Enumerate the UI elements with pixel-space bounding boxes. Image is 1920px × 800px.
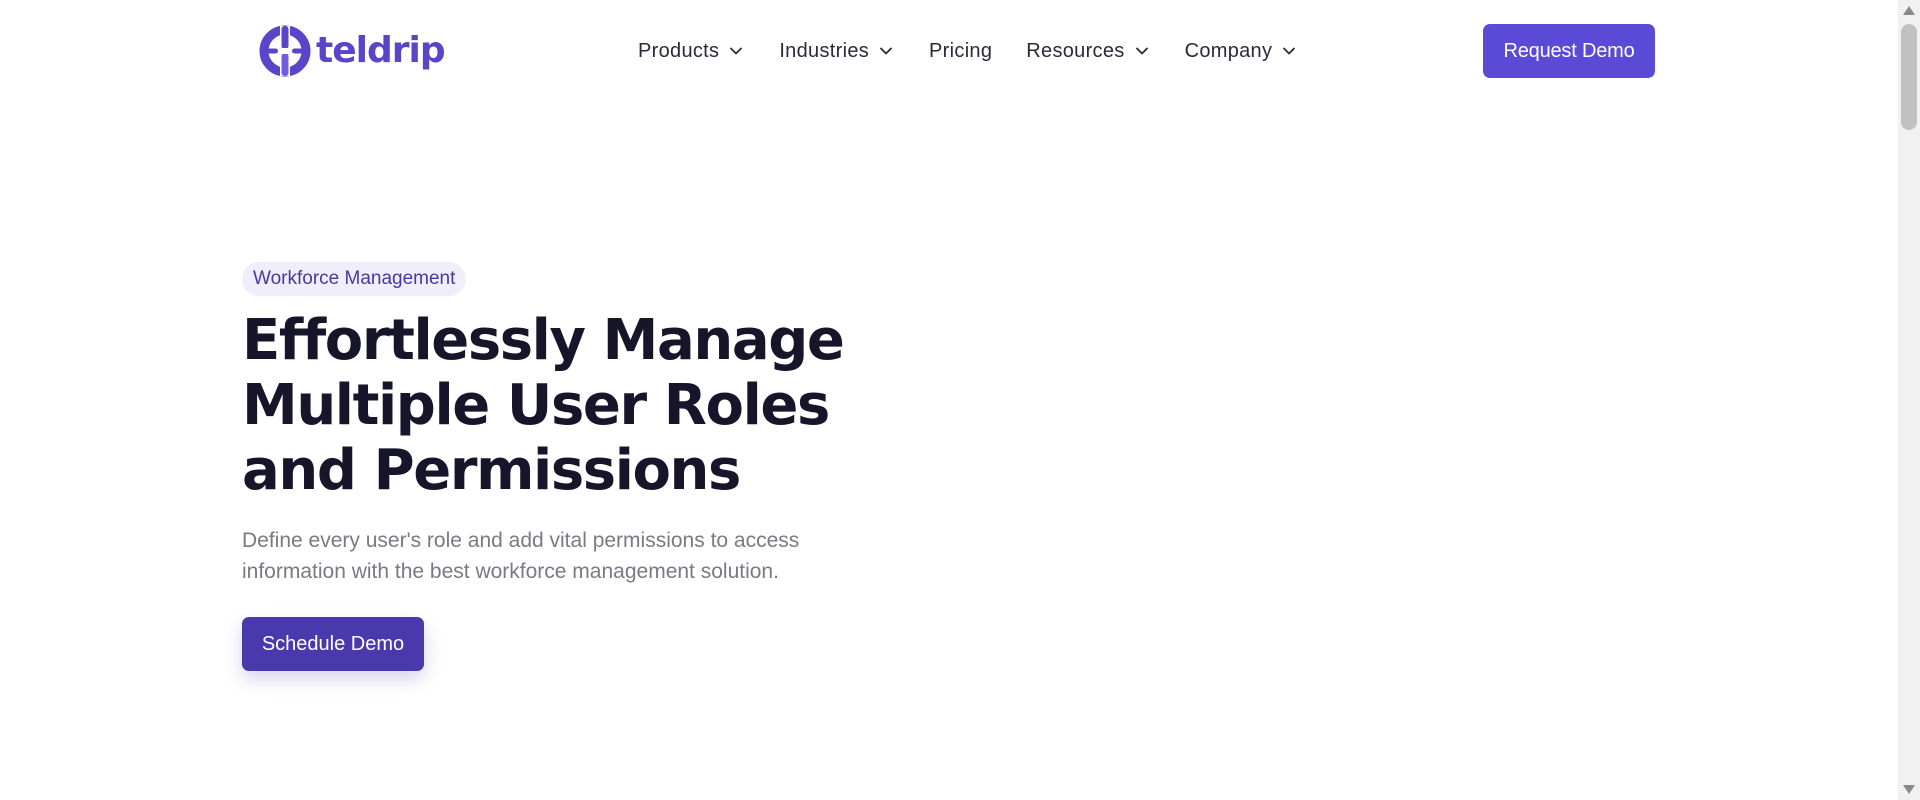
scrollbar-thumb[interactable]: [1901, 24, 1917, 130]
main-nav: Products Industries Pricing Resources Co…: [638, 30, 1296, 72]
nav-item-label: Company: [1184, 39, 1273, 62]
nav-item-label: Resources: [1026, 39, 1125, 62]
site-header: teldrip Products Industries Pricing Reso…: [0, 0, 1898, 102]
scroll-down-arrow-icon[interactable]: [1902, 782, 1916, 796]
teldrip-logo-icon: [259, 25, 311, 77]
nav-item-company[interactable]: Company: [1185, 40, 1297, 63]
category-badge: Workforce Management: [242, 262, 467, 296]
chevron-down-icon: [1283, 47, 1296, 55]
nav-item-industries[interactable]: Industries: [779, 40, 893, 63]
nav-item-resources[interactable]: Resources: [1026, 40, 1148, 63]
nav-item-label: Pricing: [929, 39, 993, 62]
nav-item-label: Industries: [779, 39, 870, 62]
nav-item-pricing[interactable]: Pricing: [929, 40, 992, 63]
request-demo-button[interactable]: Request Demo: [1483, 24, 1655, 78]
vertical-scrollbar[interactable]: [1898, 0, 1920, 800]
hero-description: Define every user's role and add vital p…: [242, 529, 800, 583]
scroll-up-arrow-icon[interactable]: [1902, 4, 1916, 18]
page: teldrip Products Industries Pricing Reso…: [0, 0, 1920, 800]
brand-logo[interactable]: teldrip: [258, 24, 446, 78]
nav-item-label: Products: [638, 39, 720, 62]
chevron-down-icon: [730, 47, 743, 55]
brand-name: teldrip: [316, 30, 446, 71]
schedule-demo-button[interactable]: Schedule Demo: [242, 617, 424, 671]
chevron-down-icon: [1135, 47, 1148, 55]
hero-section: Workforce Management Effortlessly Manage…: [242, 262, 942, 671]
page-title: Effortlessly Manage Multiple User Roles …: [242, 308, 845, 503]
chevron-down-icon: [880, 47, 892, 55]
nav-item-products[interactable]: Products: [638, 40, 743, 63]
